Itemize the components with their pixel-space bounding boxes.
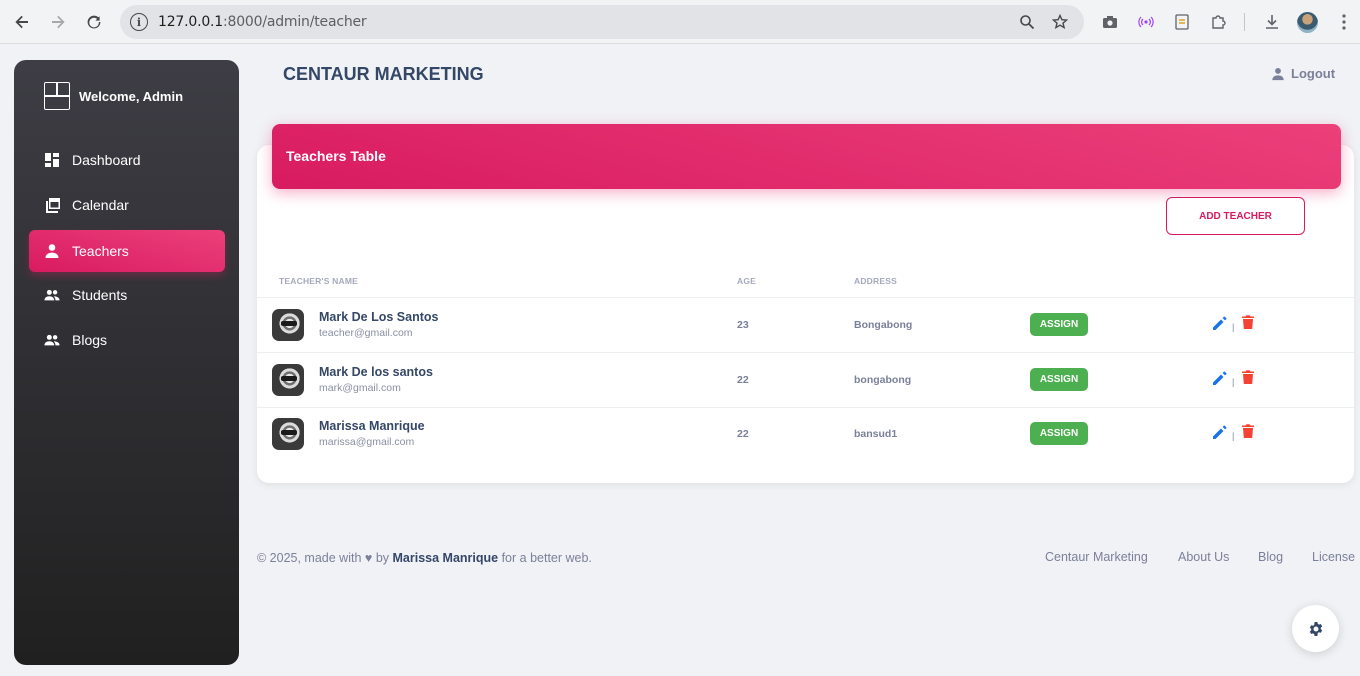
table-row: Mark De Los Santos teacher@gmail.com 23 … — [257, 298, 1354, 352]
sidebar-item-label: Students — [72, 287, 128, 303]
column-header-address: ADDRESS — [854, 276, 897, 286]
teacher-address: bansud1 — [854, 428, 898, 440]
table-row: Mark De los santos mark@gmail.com 22 bon… — [257, 353, 1354, 407]
address-bar[interactable]: i 127.0.0.1:8000/admin/teacher — [120, 5, 1084, 39]
footer-credit: © 2025, made with ♥ by Marissa Manrique … — [257, 551, 592, 565]
avatar — [272, 364, 304, 396]
edit-pencil-icon[interactable] — [1212, 315, 1228, 331]
zoom-icon[interactable] — [1018, 13, 1036, 31]
calendar-icon — [44, 197, 60, 213]
page-title: CENTAUR MARKETING — [283, 64, 484, 84]
delete-trash-icon[interactable] — [1241, 423, 1255, 439]
heart-icon: ♥ — [364, 551, 373, 565]
extension-page-icon[interactable] — [1171, 11, 1193, 33]
teacher-age: 22 — [737, 428, 749, 440]
table-row: Marissa Manrique marissa@gmail.com 22 ba… — [257, 407, 1354, 461]
person-icon — [44, 243, 60, 259]
profile-avatar[interactable] — [1297, 12, 1318, 33]
sidebar-item-teachers[interactable]: Teachers — [29, 230, 225, 272]
browser-toolbar: i 127.0.0.1:8000/admin/teacher — [0, 0, 1360, 44]
assign-button[interactable]: ASSIGN — [1030, 368, 1088, 391]
extension-puzzle-icon[interactable] — [1207, 11, 1229, 33]
brand-logo-icon — [44, 82, 70, 110]
edit-pencil-icon[interactable] — [1212, 424, 1228, 440]
sidebar-item-calendar[interactable]: Calendar — [29, 184, 225, 226]
back-icon[interactable] — [10, 10, 34, 34]
settings-button[interactable] — [1292, 605, 1339, 652]
sidebar: Welcome, Admin Dashboard Calendar Teache… — [14, 60, 239, 665]
url-text[interactable]: 127.0.0.1:8000/admin/teacher — [158, 14, 367, 30]
menu-dots-icon[interactable] — [1333, 11, 1355, 33]
sidebar-item-dashboard[interactable]: Dashboard — [29, 139, 225, 181]
teacher-name: Mark De los santos — [319, 365, 433, 379]
teacher-address: bongabong — [854, 374, 912, 386]
delete-trash-icon[interactable] — [1241, 314, 1255, 330]
sidebar-item-label: Teachers — [72, 243, 129, 259]
edit-pencil-icon[interactable] — [1212, 370, 1228, 386]
avatar — [272, 309, 304, 341]
brand-text: Welcome, Admin — [79, 88, 184, 104]
action-separator: | — [1232, 431, 1235, 441]
avatar — [272, 418, 304, 450]
site-info-icon[interactable]: i — [130, 13, 148, 31]
group-icon — [44, 332, 60, 348]
url-path: :8000/admin/teacher — [223, 14, 367, 30]
footer-prefix: © 2025, made with — [257, 551, 362, 565]
teacher-email: teacher@gmail.com — [319, 327, 413, 339]
teacher-name: Marissa Manrique — [319, 419, 425, 433]
delete-trash-icon[interactable] — [1241, 369, 1255, 385]
sidebar-item-students[interactable]: Students — [29, 274, 225, 316]
footer-link-centaur-marketing[interactable]: Centaur Marketing — [1045, 550, 1148, 564]
teacher-name: Mark De Los Santos — [319, 310, 439, 324]
column-header-age: AGE — [737, 276, 757, 286]
screenshot-icon[interactable] — [1099, 11, 1121, 33]
sidebar-brand[interactable]: Welcome, Admin — [44, 82, 183, 110]
sidebar-item-blogs[interactable]: Blogs — [29, 319, 225, 361]
broadcast-icon[interactable] — [1135, 11, 1157, 33]
logout-label: Logout — [1291, 66, 1336, 81]
action-separator: | — [1232, 377, 1235, 387]
column-header-name: TEACHER'S NAME — [279, 276, 358, 286]
footer-by: by — [375, 551, 390, 565]
add-teacher-button[interactable]: ADD TEACHER — [1166, 197, 1305, 235]
teacher-email: mark@gmail.com — [319, 382, 401, 394]
card-title: Teachers Table — [286, 148, 386, 164]
footer-link-blog[interactable]: Blog — [1258, 550, 1283, 564]
sidebar-item-label: Blogs — [72, 332, 108, 348]
teacher-age: 22 — [737, 374, 749, 386]
teacher-age: 23 — [737, 319, 749, 331]
teacher-email: marissa@gmail.com — [319, 436, 415, 448]
card-header: Teachers Table — [272, 124, 1341, 189]
teacher-address: Bongabong — [854, 319, 913, 331]
footer-link-about-us[interactable]: About Us — [1178, 550, 1229, 564]
reload-icon[interactable] — [82, 10, 106, 34]
action-separator: | — [1232, 322, 1235, 332]
sidebar-item-label: Dashboard — [72, 152, 141, 168]
group-icon — [44, 287, 60, 303]
logout-button[interactable]: Logout — [1271, 66, 1335, 81]
forward-icon[interactable] — [46, 10, 70, 34]
footer-author-link[interactable]: Marissa Manrique — [393, 551, 499, 565]
download-icon[interactable] — [1261, 11, 1283, 33]
footer-link-license[interactable]: License — [1312, 550, 1355, 564]
bookmark-star-icon[interactable] — [1051, 13, 1069, 31]
toolbar-divider — [1244, 13, 1245, 31]
footer-suffix: for a better web. — [501, 551, 592, 565]
assign-button[interactable]: ASSIGN — [1030, 422, 1088, 445]
gear-icon — [1309, 621, 1322, 636]
assign-button[interactable]: ASSIGN — [1030, 313, 1088, 336]
dashboard-icon — [44, 152, 60, 168]
sidebar-item-label: Calendar — [72, 197, 129, 213]
url-host: 127.0.0.1 — [158, 14, 223, 30]
user-icon — [1272, 67, 1284, 80]
